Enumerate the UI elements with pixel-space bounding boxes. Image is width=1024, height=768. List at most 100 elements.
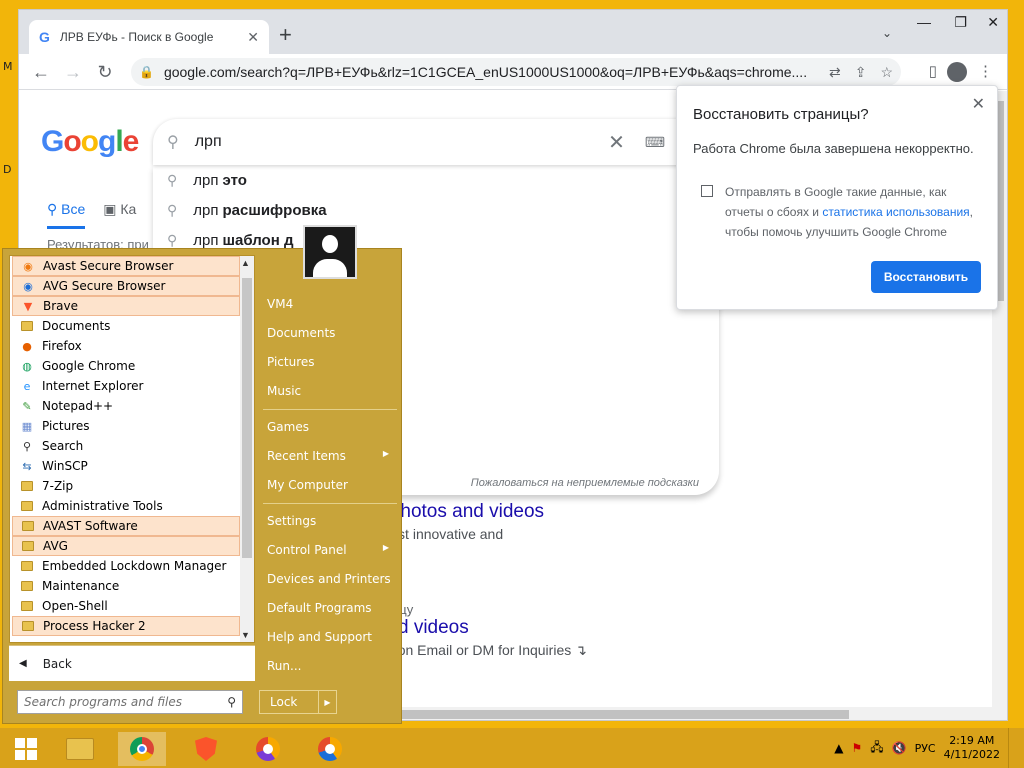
- program-item[interactable]: ◉ AVG Secure Browser: [12, 276, 240, 296]
- lock-icon[interactable]: 🔒: [139, 65, 154, 79]
- scroll-down-icon[interactable]: ▼: [241, 630, 250, 640]
- program-item[interactable]: 7-Zip: [12, 476, 240, 496]
- search-icon: ⚲: [167, 231, 178, 248]
- start-item-documents[interactable]: Documents: [267, 326, 397, 340]
- taskbar-chrome[interactable]: [118, 732, 166, 766]
- address-url[interactable]: google.com/search?q=ЛРВ+ЕУФь&rlz=1C1GCEA…: [164, 64, 829, 80]
- action-center-icon[interactable]: ⚑: [851, 741, 862, 755]
- start-search-field[interactable]: Search programs and files ⚲: [17, 690, 243, 714]
- crash-report-checkbox[interactable]: [701, 185, 713, 197]
- bookmark-star-icon[interactable]: ☆: [880, 64, 893, 81]
- start-item-recent-items[interactable]: Recent Items ▶: [267, 449, 397, 463]
- volume-muted-icon[interactable]: 🔇: [892, 741, 907, 755]
- start-item-pictures[interactable]: Pictures: [267, 355, 397, 369]
- user-picture-avatar[interactable]: [303, 225, 357, 279]
- clear-search-icon[interactable]: ✕: [608, 130, 625, 155]
- tab-images[interactable]: ▣ Ка: [103, 201, 136, 229]
- search-icon[interactable]: ⚲: [227, 695, 236, 709]
- program-item[interactable]: Maintenance: [12, 576, 240, 596]
- program-item[interactable]: AVAST Software: [12, 516, 240, 536]
- program-item[interactable]: ● Firefox: [12, 336, 240, 356]
- lock-button[interactable]: Lock ▶: [259, 690, 337, 714]
- program-item[interactable]: Process Hacker 2: [12, 616, 240, 636]
- minimize-button[interactable]: —: [917, 14, 931, 30]
- suggestion-item[interactable]: ⚲ лрп это: [153, 165, 719, 195]
- network-icon[interactable]: 🖧: [870, 738, 883, 759]
- start-item-devices-printers[interactable]: Devices and Printers: [267, 572, 397, 586]
- tab-search-chevron-icon[interactable]: ⌄: [882, 26, 892, 40]
- address-bar[interactable]: 🔒 google.com/search?q=ЛРВ+ЕУФь&rlz=1C1GC…: [131, 58, 901, 86]
- start-item-vm4[interactable]: VM4: [267, 297, 397, 311]
- winscp-icon: ⇆: [22, 459, 32, 473]
- language-indicator[interactable]: РУС: [915, 742, 936, 755]
- start-item-music[interactable]: Music: [267, 384, 397, 398]
- program-item[interactable]: AVG: [12, 536, 240, 556]
- search-input[interactable]: лрп: [195, 133, 608, 151]
- taskbar-avast-browser[interactable]: [244, 732, 292, 766]
- google-logo[interactable]: Google: [41, 125, 139, 159]
- new-tab-button[interactable]: +: [279, 24, 292, 46]
- taskbar-file-explorer[interactable]: [56, 732, 104, 766]
- translate-icon[interactable]: ⇄: [829, 64, 841, 81]
- program-item[interactable]: ⇆ WinSCP: [12, 456, 240, 476]
- tab-close-icon[interactable]: ✕: [247, 29, 259, 46]
- program-label: Administrative Tools: [42, 499, 163, 513]
- profile-avatar-icon[interactable]: [947, 62, 967, 82]
- suggestion-item[interactable]: ⚲ лрп расшифровка: [153, 195, 719, 225]
- restore-pages-popup: ✕ Восстановить страницы? Работа Chrome б…: [676, 85, 998, 310]
- search-box[interactable]: ⚲ лрп ✕ ⌨ 🎤: [153, 119, 719, 165]
- usage-stats-link[interactable]: статистика использования: [822, 205, 969, 219]
- clock[interactable]: 2:19 AM 4/11/2022: [944, 734, 1000, 762]
- program-item[interactable]: ◍ Google Chrome: [12, 356, 240, 376]
- program-item[interactable]: Embedded Lockdown Manager: [12, 556, 240, 576]
- checkbox-label: Отправлять в Google такие данные, как от…: [725, 185, 973, 239]
- taskbar-brave[interactable]: [182, 732, 230, 766]
- desktop-edge-letter: D: [3, 163, 12, 176]
- show-desktop-button[interactable]: [1008, 728, 1014, 768]
- tray-chevron-icon[interactable]: ▲: [834, 741, 843, 755]
- start-item-games[interactable]: Games: [267, 420, 397, 434]
- taskbar-avg-browser[interactable]: [306, 732, 354, 766]
- report-suggestions-link[interactable]: Пожаловаться на неприемлемые подсказки: [471, 477, 699, 489]
- keyboard-icon[interactable]: ⌨: [645, 134, 665, 151]
- tab-all[interactable]: ⚲ Все: [47, 201, 86, 229]
- start-item-default-programs[interactable]: Default Programs: [267, 601, 397, 615]
- restore-button[interactable]: Восстановить: [871, 261, 981, 293]
- start-item-my-computer[interactable]: My Computer: [267, 478, 397, 492]
- close-window-button[interactable]: ✕: [987, 14, 999, 31]
- program-item[interactable]: Administrative Tools: [12, 496, 240, 516]
- program-item[interactable]: ◉ Avast Secure Browser: [12, 256, 240, 276]
- scroll-up-icon[interactable]: ▲: [241, 258, 250, 268]
- side-panel-icon[interactable]: ▯: [929, 62, 937, 80]
- program-item[interactable]: Documents: [12, 316, 240, 336]
- start-search-input[interactable]: Search programs and files: [24, 695, 227, 709]
- program-item[interactable]: ⚲ Search: [12, 436, 240, 456]
- back-arrow-icon[interactable]: ←: [29, 60, 53, 84]
- menu-kebab-icon[interactable]: ⋮: [978, 62, 993, 80]
- program-item[interactable]: Open-Shell: [12, 596, 240, 616]
- program-item[interactable]: ▼ Brave: [12, 296, 240, 316]
- close-icon[interactable]: ✕: [972, 94, 985, 114]
- search-icon: ⚲: [167, 201, 178, 218]
- share-icon[interactable]: ⇪: [855, 64, 867, 81]
- program-label: AVG: [43, 539, 68, 553]
- program-item[interactable]: ✎ Notepad++: [12, 396, 240, 416]
- start-item-run[interactable]: Run...: [267, 659, 397, 673]
- lock-options-arrow-icon[interactable]: ▶: [318, 691, 336, 713]
- browser-tab[interactable]: G ЛРВ ЕУФь - Поиск в Google ✕: [29, 20, 269, 54]
- start-menu-right-column: VM4 Documents Pictures Music Games Recen…: [259, 225, 403, 723]
- programs-scrollbar[interactable]: ▲ ▼: [240, 256, 254, 642]
- start-item-settings[interactable]: Settings: [267, 514, 397, 528]
- program-item[interactable]: e Internet Explorer: [12, 376, 240, 396]
- program-label: Maintenance: [42, 579, 120, 593]
- back-button[interactable]: ◀ Back: [9, 645, 255, 681]
- maximize-button[interactable]: ❐: [954, 14, 967, 31]
- forward-arrow-icon[interactable]: →: [61, 60, 85, 84]
- program-item[interactable]: ▦ Pictures: [12, 416, 240, 436]
- start-item-control-panel[interactable]: Control Panel ▶: [267, 543, 397, 557]
- program-label: Avast Secure Browser: [43, 259, 174, 273]
- start-button[interactable]: [2, 732, 50, 766]
- start-item-help-support[interactable]: Help and Support: [267, 630, 397, 644]
- crash-report-option: Отправлять в Google такие данные, как от…: [693, 182, 981, 242]
- reload-icon[interactable]: ↻: [93, 60, 117, 84]
